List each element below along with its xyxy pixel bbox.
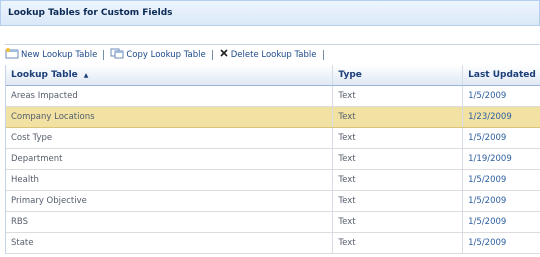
table-row[interactable]: Areas Impacted Text 1/5/2009 <box>6 86 540 107</box>
cell-lookup-table: State <box>6 233 334 253</box>
copy-table-icon <box>110 48 124 62</box>
cell-type: Text <box>333 86 464 106</box>
table-row-selected[interactable]: Company Locations Text 1/23/2009 <box>6 107 540 128</box>
cell-last-updated: 1/5/2009 <box>468 175 507 185</box>
cell-last-updated: 1/5/2009 <box>468 196 507 206</box>
cell-lookup-table: Primary Objective <box>6 191 334 211</box>
grid-header: Lookup Table ▲ Type Last Updated <box>6 65 540 86</box>
column-header-type[interactable]: Type <box>333 65 464 85</box>
cell-lookup-table: Areas Impacted <box>6 86 334 106</box>
cell-lookup-table: Department <box>6 149 334 169</box>
column-header-last-updated[interactable]: Last Updated <box>463 65 540 85</box>
toolbar: New Lookup Table Copy Lookup Table Delet… <box>5 44 540 64</box>
table-row[interactable]: Health Text 1/5/2009 <box>6 170 540 191</box>
toolbar-separator <box>322 49 324 60</box>
cell-lookup-table: Cost Type <box>6 128 334 148</box>
cell-last-updated: 1/5/2009 <box>468 91 507 101</box>
copy-lookup-table-button[interactable]: Copy Lookup Table <box>110 48 206 62</box>
toolbar-separator <box>103 49 105 60</box>
cell-last-updated: 1/5/2009 <box>468 238 507 248</box>
table-row[interactable]: Primary Objective Text 1/5/2009 <box>6 191 540 212</box>
cell-type: Text <box>333 149 464 169</box>
cell-type: Text <box>333 212 464 232</box>
cell-last-updated: 1/5/2009 <box>468 217 507 227</box>
lookup-tables-grid: Lookup Table ▲ Type Last Updated Areas I… <box>5 65 540 254</box>
cell-last-updated: 1/5/2009 <box>468 133 507 143</box>
delete-lookup-table-button[interactable]: Delete Lookup Table <box>219 48 317 61</box>
new-table-icon <box>5 47 19 62</box>
toolbar-separator <box>211 49 213 60</box>
cell-last-updated: 1/19/2009 <box>468 154 512 164</box>
table-row[interactable]: Department Text 1/19/2009 <box>6 149 540 170</box>
delete-x-icon <box>219 48 229 61</box>
delete-lookup-table-label: Delete Lookup Table <box>230 49 317 60</box>
section-title: Lookup Tables for Custom Fields <box>8 8 173 18</box>
cell-type: Text <box>333 191 464 211</box>
new-lookup-table-button[interactable]: New Lookup Table <box>5 47 98 62</box>
cell-type: Text <box>333 107 464 127</box>
cell-type: Text <box>333 128 464 148</box>
cell-type: Text <box>333 233 464 253</box>
table-row[interactable]: Cost Type Text 1/5/2009 <box>6 128 540 149</box>
cell-lookup-table: Company Locations <box>6 107 334 127</box>
column-header-lookup-table[interactable]: Lookup Table ▲ <box>6 65 334 85</box>
table-row[interactable]: RBS Text 1/5/2009 <box>6 212 540 233</box>
new-lookup-table-label: New Lookup Table <box>21 49 98 60</box>
copy-lookup-table-label: Copy Lookup Table <box>126 49 206 60</box>
table-row[interactable]: State Text 1/5/2009 <box>6 233 540 254</box>
cell-last-updated: 1/23/2009 <box>468 112 512 122</box>
section-header: Lookup Tables for Custom Fields <box>0 0 540 26</box>
cell-lookup-table: RBS <box>6 212 334 232</box>
cell-lookup-table: Health <box>6 170 334 190</box>
cell-type: Text <box>333 170 464 190</box>
sort-ascending-icon: ▲ <box>83 71 89 79</box>
